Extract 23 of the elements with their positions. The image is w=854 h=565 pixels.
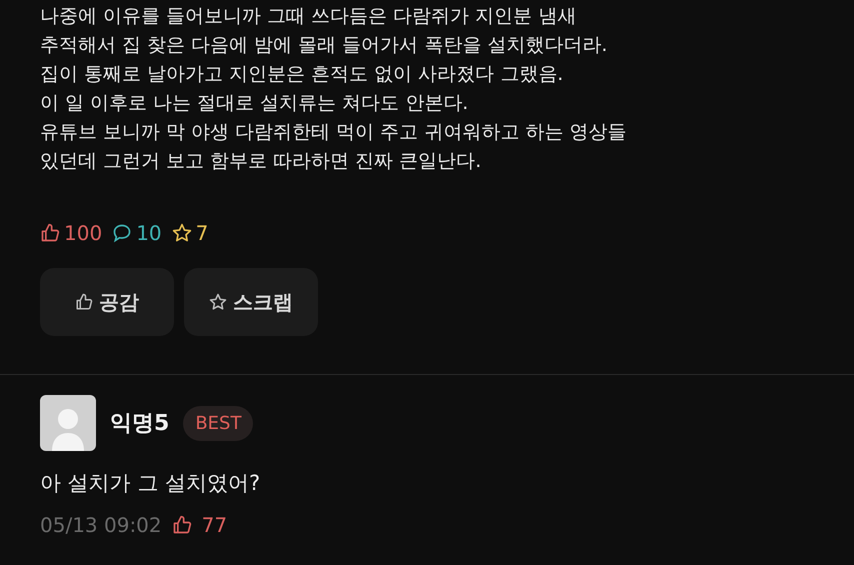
post-text-line: 나중에 이유를 들어보니까 그때 쓰다듬은 다람쥐가 지인분 냄새 xyxy=(40,4,578,29)
star-icon xyxy=(209,293,227,311)
post-text-line: 추적해서 집 찾은 다음에 밤에 몰래 들어가서 폭탄을 설치했다더라. xyxy=(40,33,608,58)
post-text-line: 있던데 그런거 보고 함부로 따라하면 진짜 큰일난다. xyxy=(40,149,482,174)
speech-bubble-icon xyxy=(112,223,132,243)
best-badge: BEST xyxy=(183,406,254,440)
post-text-line: 유튜브 보니까 막 야생 다람쥐한테 먹이 주고 귀여워하고 하는 영상들 xyxy=(40,120,628,145)
stat-count: 10 xyxy=(136,221,162,245)
post-text-line: 이 일 이후로 나는 절대로 설치류는 쳐다도 안본다. xyxy=(40,91,470,116)
scrap-button[interactable]: 스크랩 xyxy=(184,268,318,336)
avatar-icon xyxy=(40,395,96,451)
like-button[interactable]: 공감 xyxy=(40,268,174,336)
comment-text: 아 설치가 그 설치였어? xyxy=(40,470,262,497)
stat-count: 7 xyxy=(196,221,208,245)
thumbs-up-icon xyxy=(172,515,192,535)
thumbs-up-icon xyxy=(75,293,93,311)
stat-count: 100 xyxy=(64,221,102,245)
star-icon xyxy=(172,223,192,243)
comment-author: 익명5 xyxy=(110,410,170,438)
comment-time: 05/13 09:02 xyxy=(40,513,162,537)
post-text-line: 집이 통째로 날아가고 지인분은 흔적도 없이 사라졌다 그랬음. xyxy=(40,62,564,87)
thumbs-up-icon xyxy=(40,223,60,243)
comment-like-count: 77 xyxy=(202,513,228,537)
